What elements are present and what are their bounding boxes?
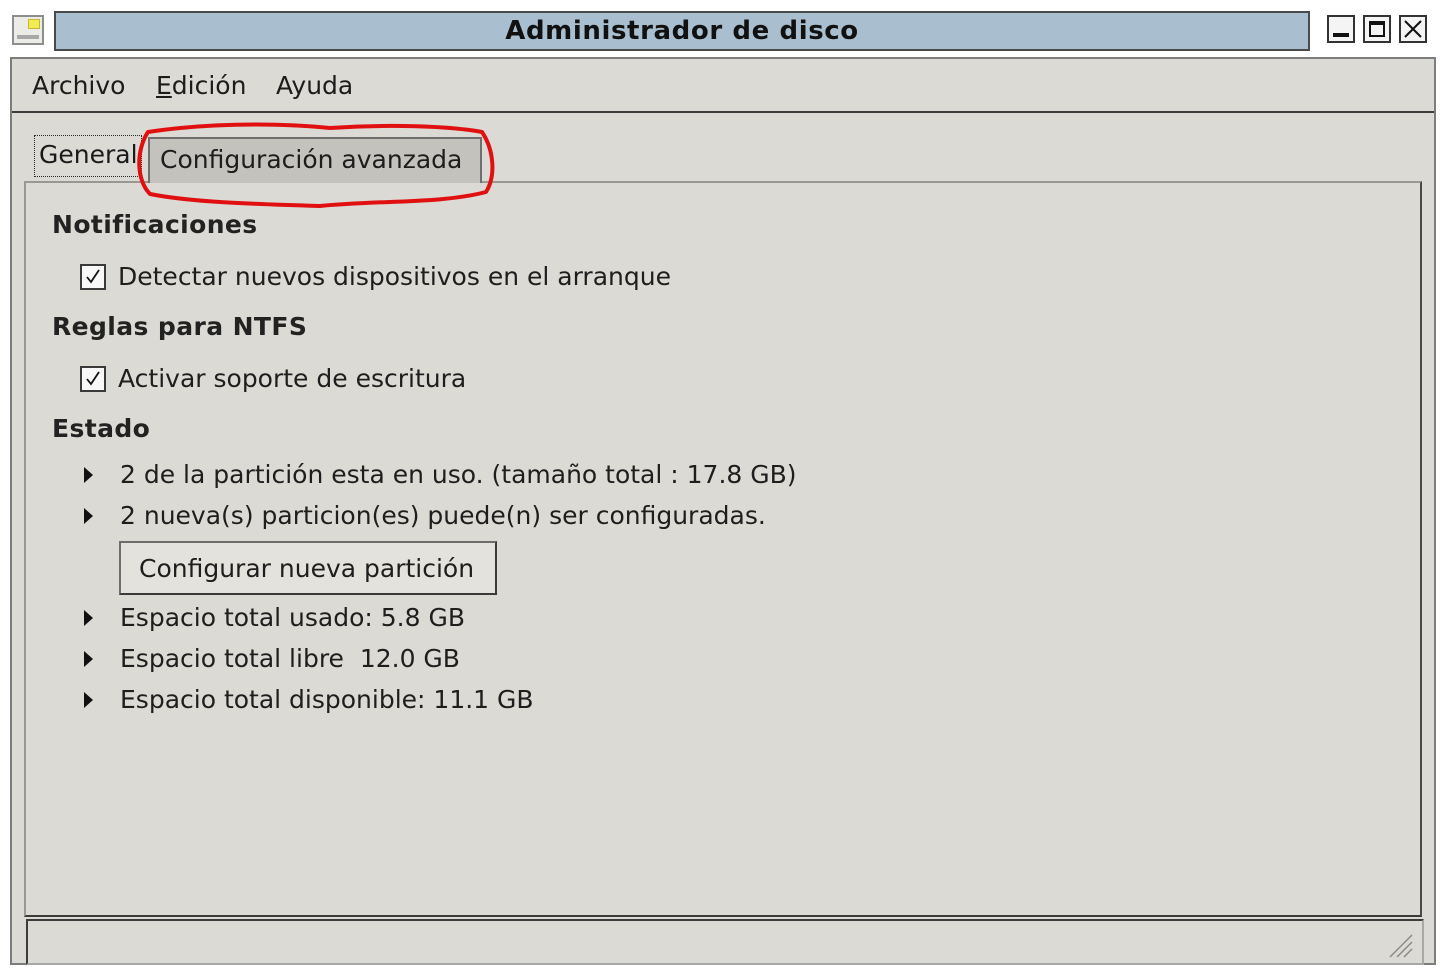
checkbox-row-detect-devices[interactable]: Detectar nuevos dispositivos en el arran…	[80, 262, 671, 291]
app-icon[interactable]	[12, 15, 44, 45]
triangle-right-icon	[84, 609, 93, 626]
triangle-right-icon	[84, 691, 93, 708]
resize-grip-icon[interactable]	[1384, 929, 1414, 959]
close-icon	[1404, 20, 1422, 38]
section-title-estado: Estado	[52, 414, 151, 443]
status-item-partition-in-use[interactable]: 2 de la partición esta en uso. (tamaño t…	[84, 460, 797, 489]
statusbar	[26, 919, 1424, 965]
status-item-label: 2 de la partición esta en uso. (tamaño t…	[120, 460, 797, 489]
menubar: Archivo Edición Ayuda	[12, 59, 1434, 113]
maximize-button[interactable]	[1363, 15, 1391, 43]
menu-edicion[interactable]: Edición	[156, 71, 246, 100]
close-button[interactable]	[1399, 15, 1427, 43]
checkbox-label-detect-devices: Detectar nuevos dispositivos en el arran…	[118, 262, 671, 291]
menu-edicion-mnemonic: E	[156, 71, 172, 100]
triangle-right-icon	[84, 466, 93, 483]
checkmark-icon	[86, 269, 100, 284]
status-item-label: Espacio total usado: 5.8 GB	[120, 603, 466, 632]
menu-ayuda[interactable]: Ayuda	[276, 71, 353, 100]
triangle-right-icon	[84, 507, 93, 524]
menu-edicion-label: dición	[171, 71, 247, 100]
status-item-space-free[interactable]: Espacio total libre 12.0 GB	[84, 644, 460, 673]
status-item-space-used[interactable]: Espacio total usado: 5.8 GB	[84, 603, 465, 632]
app-icon-bar	[17, 35, 39, 39]
section-title-notificaciones: Notificaciones	[52, 210, 258, 239]
section-title-ntfs: Reglas para NTFS	[52, 312, 308, 341]
main-window: Archivo Edición Ayuda General Configurac…	[10, 57, 1436, 965]
status-item-new-partitions[interactable]: 2 nueva(s) particion(es) puede(n) ser co…	[84, 501, 766, 530]
status-item-label: Espacio total disponible: 11.1 GB	[120, 685, 534, 714]
minimize-button[interactable]	[1327, 15, 1355, 43]
window-title: Administrador de disco	[505, 16, 859, 46]
checkbox-detect-devices[interactable]	[80, 263, 106, 290]
status-item-label: 2 nueva(s) particion(es) puede(n) ser co…	[120, 501, 766, 530]
checkbox-write-support[interactable]	[80, 365, 106, 392]
checkbox-label-write-support: Activar soporte de escritura	[118, 364, 467, 393]
configure-new-partition-button[interactable]: Configurar nueva partición	[119, 541, 497, 595]
window-titlebar[interactable]: Administrador de disco	[54, 11, 1310, 51]
tab-configuracion-avanzada[interactable]: Configuración avanzada	[148, 137, 482, 183]
status-item-label: Espacio total libre 12.0 GB	[120, 644, 460, 673]
app-icon-note	[28, 19, 40, 29]
triangle-right-icon	[84, 650, 93, 667]
status-item-space-available[interactable]: Espacio total disponible: 11.1 GB	[84, 685, 534, 714]
checkbox-row-write-support[interactable]: Activar soporte de escritura	[80, 364, 466, 393]
checkmark-icon	[86, 371, 100, 386]
menu-archivo[interactable]: Archivo	[32, 71, 125, 100]
tab-general[interactable]: General	[34, 135, 142, 177]
